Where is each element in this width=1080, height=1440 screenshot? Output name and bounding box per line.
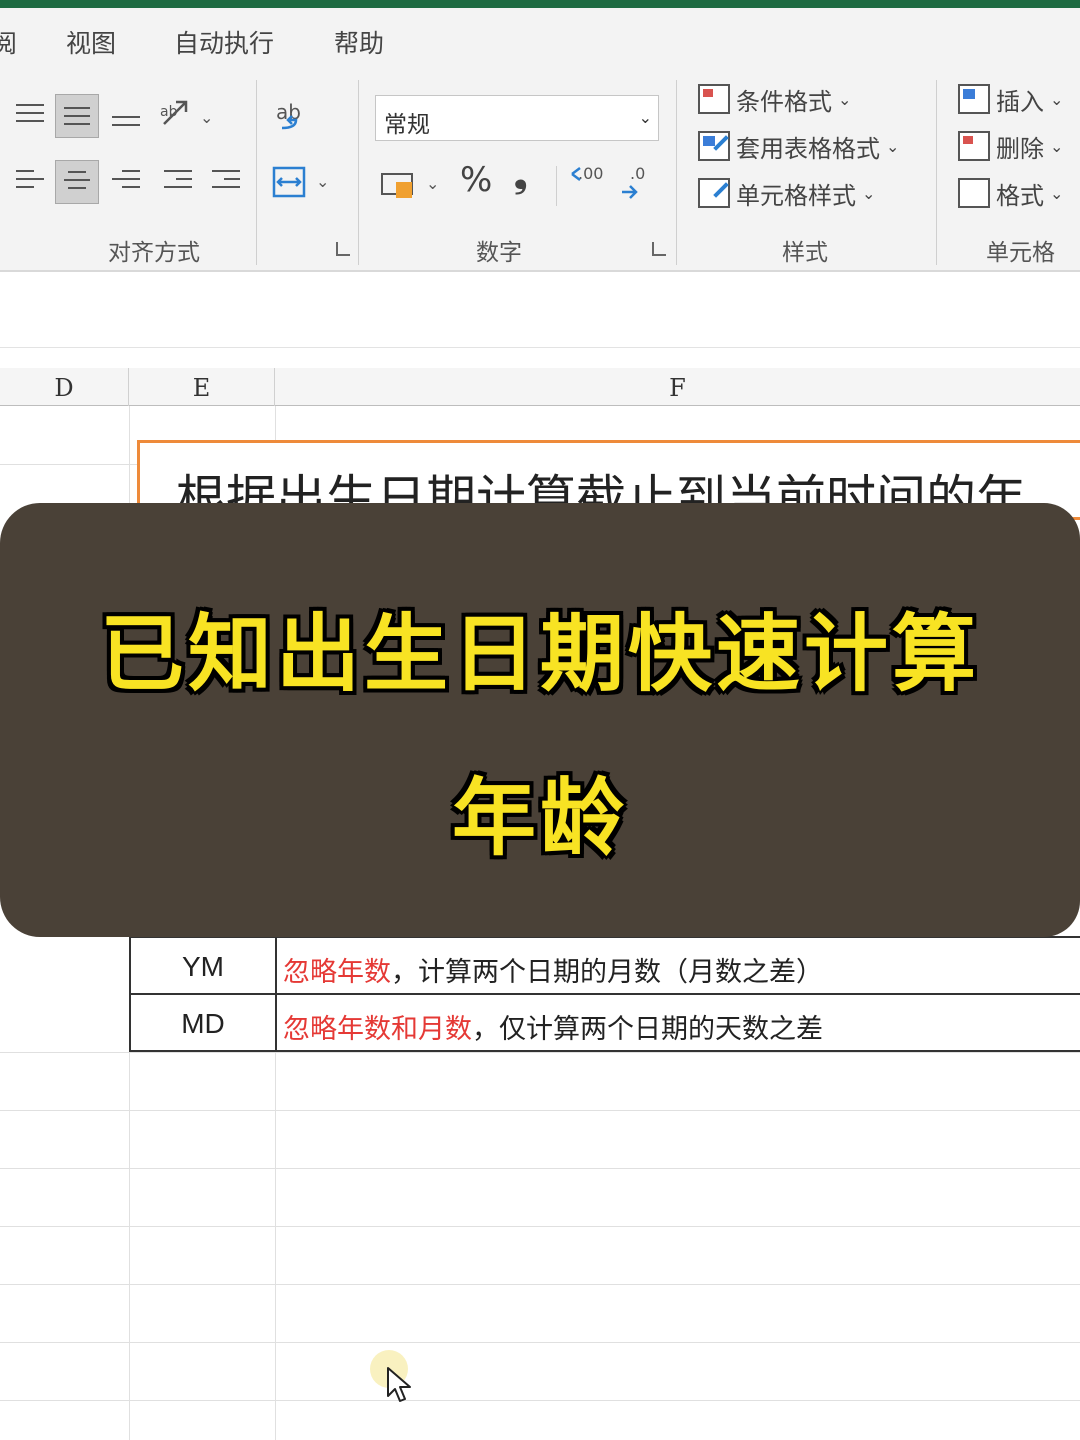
number-format-select[interactable]: 常规 ⌄ — [375, 95, 659, 141]
decrease-indent-icon[interactable] — [156, 160, 200, 204]
format-as-table-label: 套用表格格式 — [736, 134, 880, 163]
format-cells-icon — [958, 178, 990, 208]
orientation-icon[interactable]: ab — [156, 94, 200, 138]
table-row[interactable]: YM 忽略年数，计算两个日期的月数（月数之差） — [129, 936, 1080, 995]
mouse-cursor-icon — [386, 1366, 414, 1410]
grid-row-line — [0, 1110, 1080, 1111]
delete-label: 删除 — [996, 134, 1044, 163]
accounting-format-icon[interactable] — [376, 162, 420, 206]
percent-style-button[interactable]: % — [460, 160, 492, 200]
description-rest: ，计算两个日期的月数（月数之差） — [391, 957, 823, 988]
conditional-format-label: 条件格式 — [736, 87, 832, 116]
cell-styles-button[interactable]: 单元格样式 ⌄ — [698, 174, 875, 212]
title-bar-strip — [0, 0, 1080, 8]
align-right-icon[interactable] — [104, 160, 148, 204]
delete-cells-icon — [958, 131, 990, 161]
cell-styles-icon — [698, 178, 730, 208]
menu-tab-review-partial[interactable]: 阅 — [0, 24, 17, 60]
caption-line-1: 已知出生日期快速计算 — [99, 605, 980, 703]
number-inner-separator — [556, 166, 557, 206]
table-format-icon — [698, 131, 730, 161]
number-dialog-launcher-icon[interactable] — [652, 242, 666, 256]
format-button[interactable]: 格式 ⌄ — [958, 174, 1063, 212]
formula-bar[interactable] — [0, 292, 1080, 348]
align-left-icon[interactable] — [8, 160, 52, 204]
cells-group-label: 单元格 — [986, 240, 1055, 266]
table-cell-description: 忽略年数，计算两个日期的月数（月数之差） — [283, 950, 823, 989]
group-separator — [676, 80, 677, 265]
column-header-d[interactable]: D — [0, 368, 129, 406]
menu-bar: 阅 视图 自动执行 帮助 — [0, 8, 1080, 70]
number-format-chevron-icon: ⌄ — [638, 108, 652, 127]
insert-label: 插入 — [996, 87, 1044, 116]
svg-text:ab: ab — [160, 104, 178, 120]
comma-style-button[interactable]: ❟ — [514, 156, 527, 196]
insert-button[interactable]: 插入 ⌄ — [958, 80, 1063, 118]
number-format-value: 常规 — [384, 112, 430, 138]
decrease-decimal-icon[interactable]: .0 — [618, 162, 662, 206]
description-highlight: 忽略年数和月数 — [283, 1014, 472, 1045]
alignment-group-label: 对齐方式 — [108, 240, 200, 266]
increase-indent-icon[interactable] — [204, 160, 248, 204]
orientation-chevron-icon[interactable]: ⌄ — [200, 108, 213, 127]
number-group-label: 数字 — [476, 240, 522, 266]
table-cell-key: MD — [131, 995, 277, 1050]
cell-styles-label: 单元格样式 — [736, 181, 856, 210]
table-row[interactable]: MD 忽略年数和月数，仅计算两个日期的天数之差 — [129, 993, 1080, 1052]
grid-row-line — [0, 1052, 1080, 1053]
description-highlight: 忽略年数 — [283, 957, 391, 988]
chevron-down-icon: ⌄ — [1050, 89, 1064, 109]
group-separator — [936, 80, 937, 265]
menu-tab-help[interactable]: 帮助 — [334, 24, 384, 60]
merge-center-icon[interactable] — [268, 160, 312, 204]
increase-decimal-icon[interactable]: .00 — [568, 162, 612, 206]
grid-row-line — [0, 1400, 1080, 1401]
column-header-e[interactable]: E — [129, 368, 275, 406]
caption-line-2: 年龄 — [451, 769, 628, 867]
column-header-row: D E F — [0, 368, 1080, 406]
caption-overlay: 已知出生日期快速计算 年龄 — [0, 503, 1080, 937]
format-as-table-button[interactable]: 套用表格格式 ⌄ — [698, 127, 899, 165]
menu-tab-view[interactable]: 视图 — [66, 24, 116, 60]
accounting-chevron-icon[interactable]: ⌄ — [426, 174, 439, 193]
menu-tab-automate[interactable]: 自动执行 — [174, 24, 274, 60]
merge-chevron-icon[interactable]: ⌄ — [316, 172, 329, 191]
table-cell-description: 忽略年数和月数，仅计算两个日期的天数之差 — [283, 1007, 823, 1046]
delete-button[interactable]: 删除 ⌄ — [958, 127, 1063, 165]
alignment-dialog-launcher-icon[interactable] — [336, 242, 350, 256]
chevron-down-icon: ⌄ — [1050, 183, 1064, 203]
group-separator — [256, 80, 257, 265]
grid-row-line — [0, 1284, 1080, 1285]
insert-cells-icon — [958, 84, 990, 114]
ribbon: ab ⌄ ab ⌄ 对齐方式 常规 ⌄ ⌄ % ❟ .00 .0 数字 条件格式… — [0, 70, 1080, 272]
description-rest: ，仅计算两个日期的天数之差 — [472, 1014, 823, 1045]
chevron-down-icon: ⌄ — [1050, 136, 1064, 156]
align-center-icon[interactable] — [55, 160, 99, 204]
grid-row-line — [0, 1168, 1080, 1169]
chevron-down-icon: ⌄ — [838, 89, 852, 109]
group-separator — [358, 80, 359, 265]
chevron-down-icon: ⌄ — [886, 136, 900, 156]
styles-group-label: 样式 — [782, 240, 828, 266]
conditional-format-icon — [698, 84, 730, 114]
align-middle-icon[interactable] — [55, 94, 99, 138]
grid-row-line — [0, 1342, 1080, 1343]
align-bottom-icon[interactable] — [104, 100, 148, 144]
conditional-format-button[interactable]: 条件格式 ⌄ — [698, 80, 851, 118]
column-header-f[interactable]: F — [275, 368, 1080, 406]
align-top-icon[interactable] — [8, 94, 52, 138]
wrap-text-icon[interactable]: ab — [268, 94, 312, 138]
chevron-down-icon: ⌄ — [862, 183, 876, 203]
table-cell-key: YM — [131, 938, 277, 993]
grid-row-line — [0, 1226, 1080, 1227]
format-label: 格式 — [996, 181, 1044, 210]
